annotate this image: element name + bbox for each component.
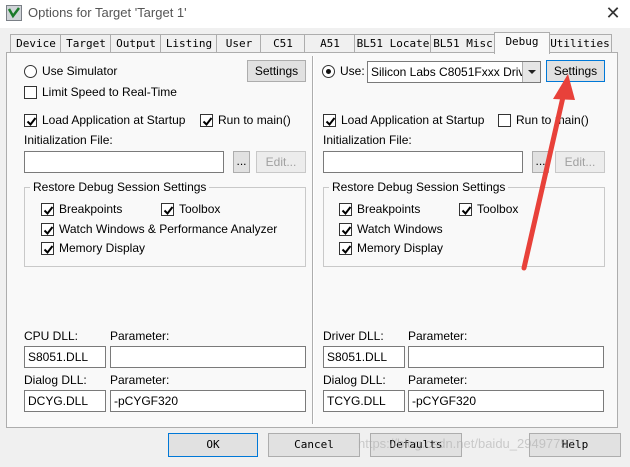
annotation-arrow [521,74,575,271]
tab-debug[interactable]: Debug [494,32,550,54]
